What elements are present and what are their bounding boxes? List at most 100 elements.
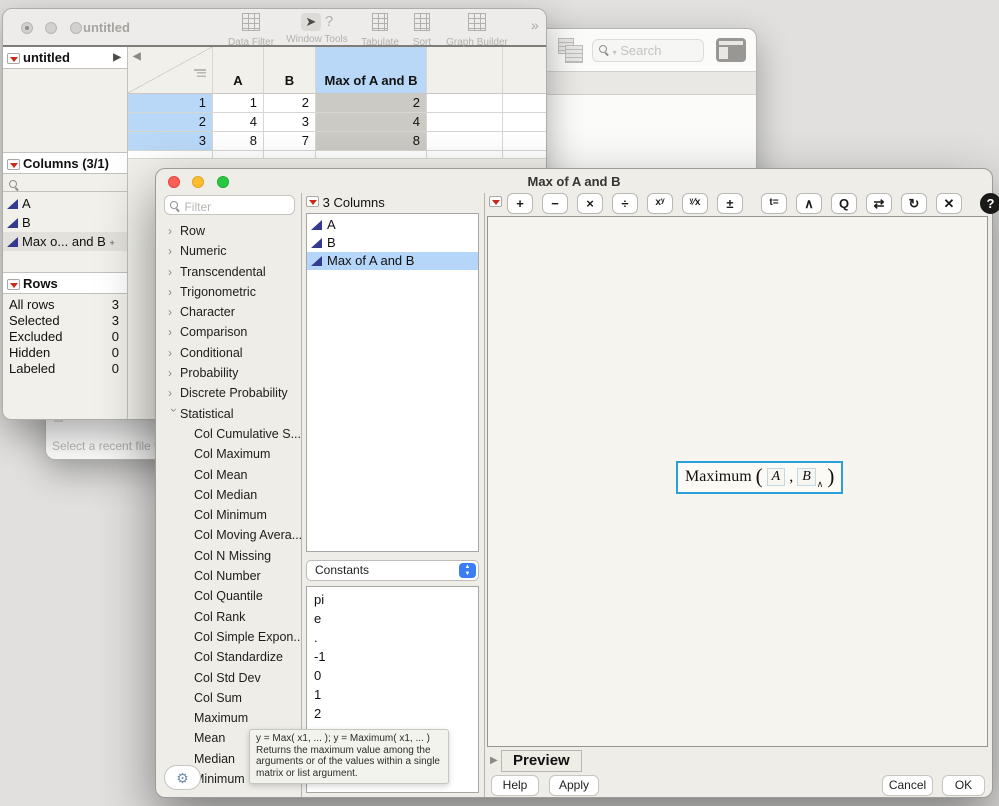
formula-function-name[interactable]: Maximum [685, 468, 752, 485]
empty-row[interactable] [264, 151, 316, 159]
constant-item[interactable]: pi [314, 590, 478, 609]
columns-panel-header[interactable]: Columns (3/1) [3, 152, 127, 174]
swap-button[interactable]: ⇄ [866, 193, 892, 214]
formula-help-button[interactable]: ? [980, 193, 999, 214]
column-item-max-selected[interactable]: Max of A and B [307, 252, 478, 270]
red-triangle-menu-icon[interactable] [306, 196, 319, 207]
function-item[interactable]: Col Minimum [156, 505, 301, 525]
function-filter-field[interactable] [164, 195, 295, 215]
row-number[interactable]: 3 [128, 132, 213, 151]
search-input[interactable] [620, 43, 681, 58]
cancel-button[interactable]: Cancel [882, 775, 933, 796]
function-item[interactable]: Col Rank [156, 607, 301, 627]
cell[interactable] [503, 113, 546, 132]
columns-search[interactable] [3, 174, 127, 192]
function-category[interactable]: › Comparison [156, 322, 301, 342]
plus-minus-button[interactable]: ± [717, 193, 743, 214]
column-header-b[interactable]: B [264, 47, 316, 94]
empty-row[interactable] [427, 151, 503, 159]
column-item-b[interactable]: B [307, 234, 478, 252]
row-number[interactable]: 1 [128, 94, 213, 113]
column-header-empty[interactable] [503, 47, 546, 94]
invert-button[interactable]: ↻ [901, 193, 927, 214]
constant-item[interactable]: 1 [314, 685, 478, 704]
red-triangle-menu-icon[interactable] [7, 279, 20, 291]
close-button[interactable] [21, 22, 33, 34]
cell[interactable] [427, 113, 503, 132]
function-item[interactable]: Col Standardize [156, 647, 301, 667]
grid-corner-cell[interactable]: ◀ [128, 47, 233, 120]
constant-item[interactable]: 0 [314, 666, 478, 685]
toolbar-tabulate-button[interactable]: Tabulate [355, 13, 405, 48]
function-item[interactable]: Col Maximum [156, 444, 301, 464]
empty-row[interactable] [213, 151, 264, 159]
constant-item[interactable]: -1 [314, 647, 478, 666]
search-field[interactable]: ▾ [592, 39, 704, 62]
minimize-button[interactable] [45, 22, 58, 34]
function-item[interactable]: Col Sum [156, 688, 301, 708]
cell[interactable]: 2 [264, 94, 316, 113]
cell[interactable]: 3 [264, 113, 316, 132]
preview-toggle[interactable]: Preview [501, 750, 582, 772]
formula-expression[interactable]: Maximum ( A , B ∧ ) [676, 461, 844, 494]
red-triangle-menu-icon[interactable] [489, 196, 502, 207]
toolbar-sort-button[interactable]: Sort [405, 13, 439, 48]
function-item[interactable]: Col Std Dev [156, 668, 301, 688]
function-item[interactable]: Col Quantile [156, 586, 301, 606]
power-button[interactable]: xʸ [647, 193, 673, 214]
empty-row[interactable] [316, 151, 427, 159]
toolbar-overflow-button[interactable]: » [531, 17, 539, 33]
column-header-empty[interactable] [427, 47, 503, 94]
sidebar-toggle-icon[interactable] [716, 38, 746, 62]
formula-arg-a[interactable]: A [766, 468, 786, 486]
sidebar-column-max[interactable]: Max o... and B + [3, 232, 127, 251]
panel-expand-icon[interactable]: ▶ [113, 47, 121, 68]
function-category[interactable]: › Numeric [156, 241, 301, 261]
root-button[interactable]: ʸ⁄x [682, 193, 708, 214]
empty-row[interactable] [503, 151, 546, 159]
function-category[interactable]: › Row [156, 221, 301, 241]
constant-item[interactable]: 2 [314, 704, 478, 723]
column-item-a[interactable]: A [307, 216, 478, 234]
cell[interactable] [503, 132, 546, 151]
columns-list-header[interactable]: 3 Columns [306, 195, 385, 210]
red-triangle-menu-icon[interactable] [7, 159, 20, 171]
cell[interactable]: 1 [213, 94, 264, 113]
minus-button[interactable]: − [542, 193, 568, 214]
peel-button[interactable]: ∧ [796, 193, 822, 214]
cell[interactable] [427, 94, 503, 113]
empty-row[interactable] [128, 151, 213, 159]
function-category[interactable]: › Probability [156, 363, 301, 383]
cell[interactable]: 7 [264, 132, 316, 151]
function-category[interactable]: › Discrete Probability [156, 383, 301, 403]
element-category-select[interactable]: Constants ▲ ▼ [306, 560, 479, 581]
multiply-button[interactable]: × [577, 193, 603, 214]
function-category[interactable]: › Character [156, 302, 301, 322]
red-triangle-menu-icon[interactable] [7, 53, 20, 65]
cell[interactable] [427, 132, 503, 151]
toolbar-data-filter-button[interactable]: Data Filter [218, 13, 284, 48]
sidebar-column-b[interactable]: B [3, 213, 127, 232]
cell[interactable]: 4 [316, 113, 427, 132]
function-item[interactable]: Col Median [156, 485, 301, 505]
cell[interactable]: 8 [316, 132, 427, 151]
apply-button[interactable]: Apply [549, 775, 599, 796]
plus-button[interactable]: + [507, 193, 533, 214]
constant-item[interactable]: . [314, 628, 478, 647]
function-category-expanded[interactable]: ›Statistical [156, 404, 301, 424]
column-header-max[interactable]: Max of A and B [316, 47, 427, 94]
function-filter-input[interactable] [184, 200, 280, 214]
zoom-button[interactable] [69, 22, 82, 34]
cell[interactable]: 4 [213, 113, 264, 132]
table-panel-header[interactable]: untitled ▶ [3, 47, 127, 69]
unary-button[interactable]: Q [831, 193, 857, 214]
local-variable-button[interactable]: t= [761, 193, 787, 214]
function-category[interactable]: › Conditional [156, 343, 301, 363]
sidebar-column-a[interactable]: A [3, 194, 127, 213]
divide-button[interactable]: ÷ [612, 193, 638, 214]
ok-button[interactable]: OK [942, 775, 985, 796]
function-item[interactable]: Col Cumulative S... [156, 424, 301, 444]
formula-canvas[interactable]: Maximum ( A , B ∧ ) [487, 216, 988, 747]
function-category[interactable]: › Trigonometric [156, 282, 301, 302]
function-item[interactable]: Col Simple Expon... [156, 627, 301, 647]
